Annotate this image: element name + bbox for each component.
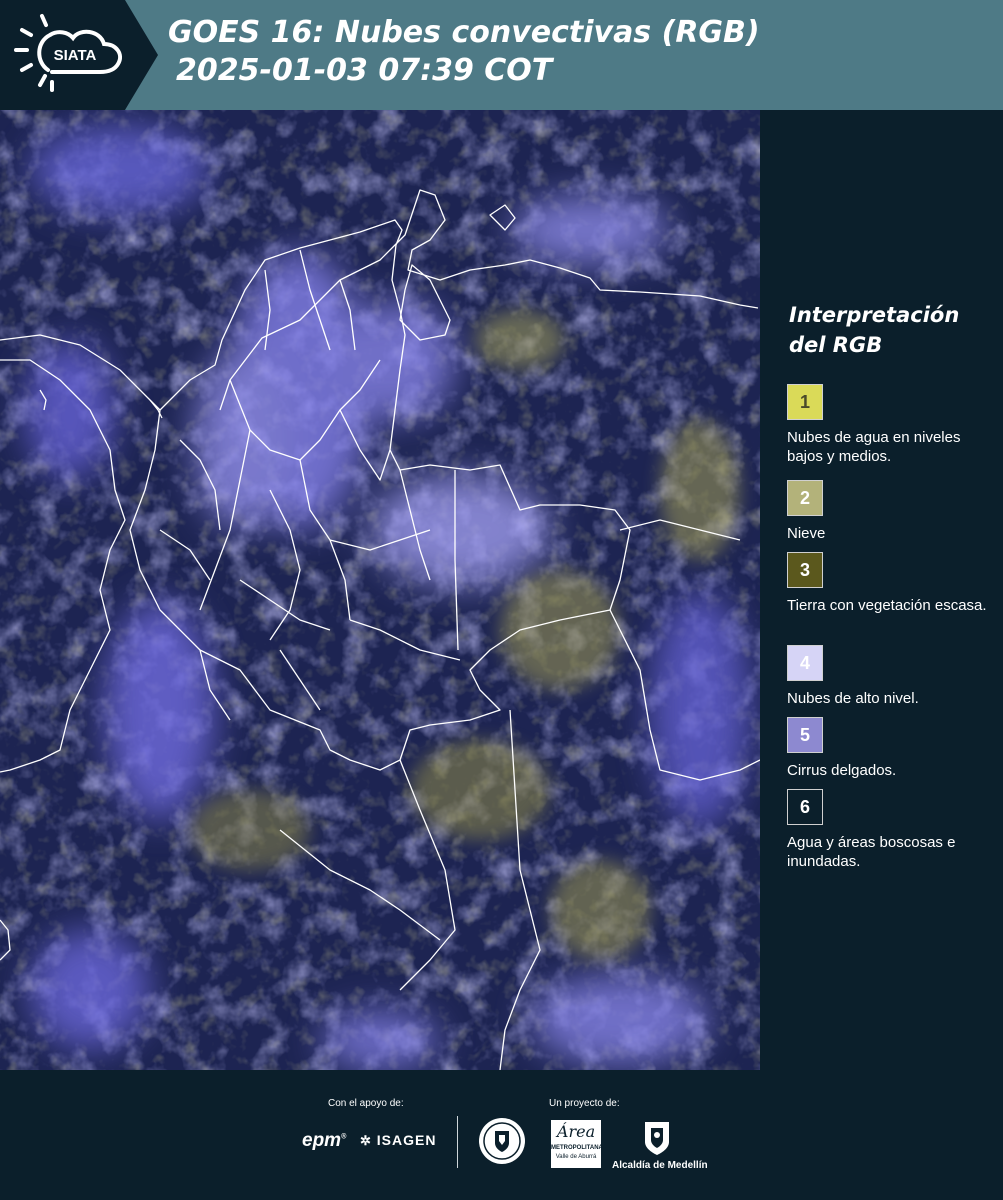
legend-swatch-3: 3 (787, 552, 823, 588)
legend-panel: Interpretación del RGB 1 Nubes de agua e… (760, 110, 1003, 1070)
alcaldia-emblem-icon (643, 1118, 671, 1156)
legend-label-5: Cirrus delgados. (787, 762, 897, 779)
legend-label-3: Tierra con vegetación escasa. (787, 597, 987, 614)
legend-item-4: 4 Nubes de alto nivel. (787, 645, 987, 708)
legend-swatch-1: 1 (787, 384, 823, 420)
medellin-seal-icon (478, 1117, 526, 1165)
support-label: Con el apoyo de: (328, 1098, 404, 1109)
legend-label-6: Agua y áreas boscosas e inundadas. (787, 834, 956, 870)
legend-label-2: Nieve (787, 525, 826, 542)
isagen-logo: ✲ ISAGEN (360, 1132, 437, 1148)
title-line1: GOES 16: Nubes convectivas (RGB) (168, 15, 760, 50)
legend-item-2: 2 Nieve (787, 480, 987, 543)
page-title: GOES 16: Nubes convectivas (RGB) 2025-01… (168, 14, 760, 90)
legend-item-3: 3 Tierra con vegetación escasa. (787, 552, 987, 615)
area-metropolitana-logo: Área METROPOLITANA Valle de Aburrá (551, 1120, 603, 1168)
footer-bar: Con el apoyo de: Un proyecto de: epm® ✲ … (0, 1070, 1003, 1200)
legend-title: Interpretación del RGB (789, 303, 960, 357)
legend-item-1: 1 Nubes de agua en niveles bajos y medio… (787, 384, 987, 466)
legend-swatch-2: 2 (787, 480, 823, 516)
legend-label-1: Nubes de agua en niveles bajos y medios. (787, 429, 961, 465)
alcaldia-medellin-logo: Alcaldía de Medellín (612, 1160, 708, 1171)
siata-logo: SIATA (0, 0, 160, 110)
isagen-mark-icon: ✲ (360, 1133, 372, 1148)
legend-item-5: 5 Cirrus delgados. (787, 717, 987, 780)
logo-text: SIATA (54, 47, 97, 64)
epm-logo: epm® (302, 1130, 347, 1151)
legend-swatch-6: 6 (787, 789, 823, 825)
project-label: Un proyecto de: (549, 1098, 620, 1109)
footer-divider (457, 1116, 458, 1168)
header-bar: SIATA GOES 16: Nubes convectivas (RGB) 2… (0, 0, 1003, 110)
legend-swatch-5: 5 (787, 717, 823, 753)
legend-swatch-4: 4 (787, 645, 823, 681)
title-timestamp: 2025-01-03 07:39 COT (176, 53, 553, 88)
satellite-map[interactable] (0, 110, 760, 1070)
legend-label-4: Nubes de alto nivel. (787, 690, 919, 707)
legend-item-6: 6 Agua y áreas boscosas e inundadas. (787, 789, 987, 871)
